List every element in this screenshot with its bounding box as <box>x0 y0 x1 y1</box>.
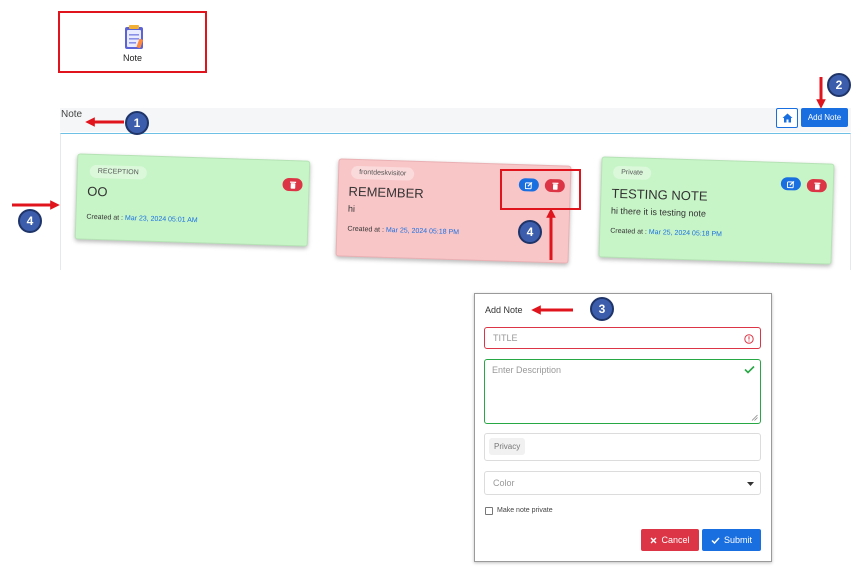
annotation-arrows <box>12 77 826 315</box>
annotation-marker-4: 4 <box>18 209 42 233</box>
annotation-marker-1: 1 <box>125 111 149 135</box>
annotation-marker-2: 2 <box>827 73 851 97</box>
annotation-marker-3: 3 <box>590 297 614 321</box>
highlight-box <box>500 169 581 210</box>
annotation-marker-4: 4 <box>518 220 542 244</box>
